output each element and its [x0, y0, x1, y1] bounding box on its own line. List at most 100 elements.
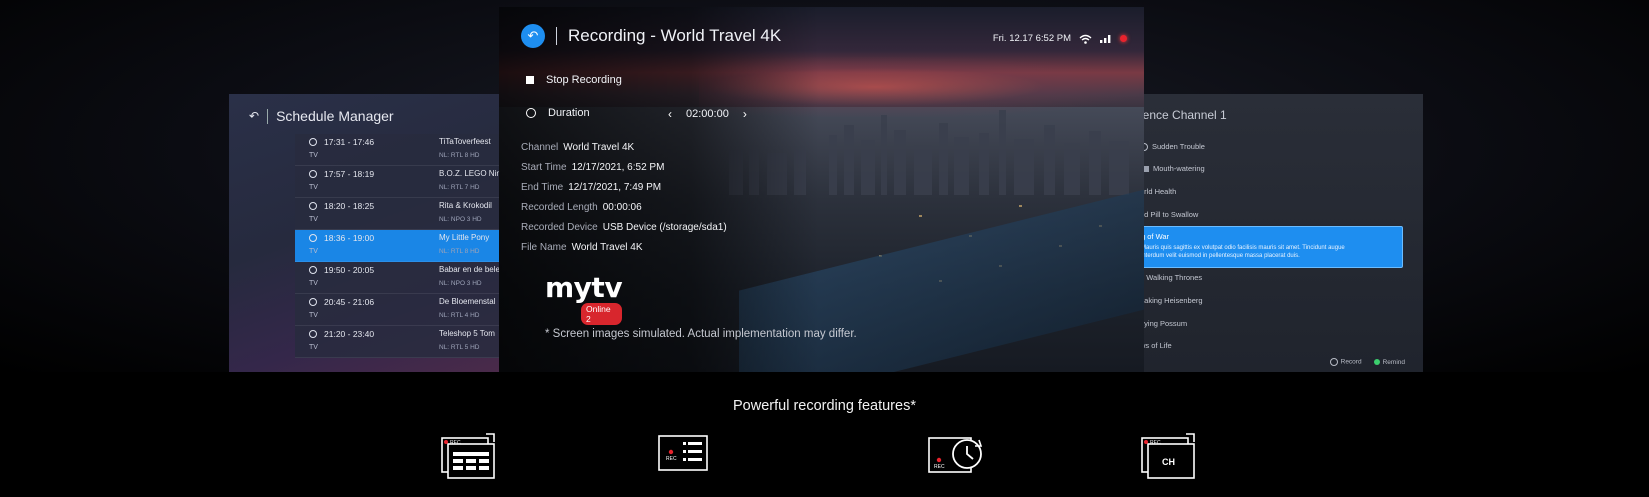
- features-title: Powerful recording features*: [733, 398, 916, 414]
- row-time: 17:31 - 17:46: [324, 137, 375, 147]
- signal-icon: [1100, 35, 1111, 43]
- stop-icon: [526, 76, 534, 84]
- list-item[interactable]: ws of Life: [1140, 341, 1172, 350]
- list-item[interactable]: Mouth-watering: [1140, 164, 1205, 173]
- row-type: TV: [309, 216, 318, 223]
- legend-remind-label: Remind: [1382, 358, 1405, 366]
- schedule-row[interactable]: 17:57 - 18:19 TV B.O.Z. LEGO Ninj NL: RT…: [295, 166, 499, 198]
- info-row: Recorded Device USB Device (/storage/sda1…: [521, 222, 727, 242]
- schedule-list: 17:31 - 17:46 TV TiTaToverfeest NL: RTL …: [295, 134, 499, 358]
- row-time: 17:57 - 18:19: [324, 169, 375, 179]
- clock-icon: [309, 266, 317, 274]
- list-item[interactable]: ird Pill to Swallow: [1140, 210, 1198, 219]
- rec-schedule-grid-icon: REC: [441, 433, 495, 479]
- stop-recording-button[interactable]: Stop Recording: [526, 74, 622, 86]
- chevron-right-icon[interactable]: ›: [743, 107, 747, 121]
- row-time: 20:45 - 21:06: [324, 297, 375, 307]
- legend-record-label: Record: [1340, 358, 1362, 366]
- list-item[interactable]: Sudden Trouble: [1140, 142, 1205, 152]
- row-time: 18:20 - 18:25: [324, 201, 375, 211]
- back-button[interactable]: ↶: [521, 24, 545, 48]
- hero-stage: ↶ Schedule Manager 17:31 - 17:46 TV TiTa…: [0, 0, 1649, 372]
- legend-remind: Remind: [1373, 358, 1405, 366]
- disclaimer: * Screen images simulated. Actual implem…: [545, 328, 857, 340]
- selected-list-item[interactable]: g of War Mauris quis sagittis ex volutpa…: [1140, 226, 1403, 268]
- row-type: TV: [309, 280, 318, 287]
- row-channel: NL: RTL 4 HD: [439, 312, 480, 319]
- schedule-row[interactable]: 20:45 - 21:06 TV De Bloemenstal NL: RTL …: [295, 294, 499, 326]
- legend-record: Record: [1329, 358, 1362, 366]
- schedule-row-selected[interactable]: 18:36 - 19:00 TV My Little Pony NL: RTL …: [295, 230, 499, 262]
- divider: [267, 108, 269, 124]
- info-row: Start Time 12/17/2021, 6:52 PM: [521, 162, 727, 182]
- item-label: e Walking Thrones: [1140, 273, 1203, 282]
- info-value: 12/17/2021, 6:52 PM: [571, 162, 665, 173]
- legend: Record Remind: [1329, 358, 1405, 366]
- clock-icon: [309, 170, 317, 178]
- info-key: Recorded Length: [521, 202, 598, 213]
- divider: [556, 27, 557, 45]
- row-channel: NL: RTL 5 HD: [439, 344, 480, 351]
- selected-title: g of War: [1141, 232, 1170, 241]
- row-type: TV: [309, 248, 318, 255]
- back-icon[interactable]: ↶: [249, 109, 259, 123]
- list-item[interactable]: orld Health: [1140, 187, 1176, 196]
- row-program: TiTaToverfeest: [439, 137, 491, 146]
- row-channel: NL: NPO 3 HD: [439, 280, 482, 287]
- list-item[interactable]: aying Possum: [1140, 319, 1187, 328]
- recording-info: Channel World Travel 4K Start Time 12/17/2…: [521, 142, 727, 262]
- clock-icon: [309, 298, 317, 306]
- row-channel: NL: RTL 8 HD: [439, 152, 480, 159]
- info-key: Recorded Device: [521, 222, 598, 233]
- page-title: Recording - World Travel 4K: [568, 26, 782, 45]
- item-label: aying Possum: [1140, 319, 1188, 328]
- row-channel: NL: NPO 3 HD: [439, 216, 482, 223]
- list-item[interactable]: eaking Heisenberg: [1140, 296, 1203, 305]
- info-value: World Travel 4K: [563, 142, 635, 153]
- mytv-logo: mytv Online 2: [545, 271, 623, 325]
- rec-list-icon: REC: [658, 435, 708, 471]
- schedule-row[interactable]: 18:20 - 18:25 TV Rita & Krokodil NL: NPO…: [295, 198, 499, 230]
- logo-word: mytv: [545, 271, 623, 304]
- recording-header: ↶ Recording - World Travel 4K: [521, 24, 781, 48]
- selected-description: Mauris quis sagittis ex volutpat odio fa…: [1141, 245, 1345, 259]
- info-row: File Name World Travel 4K: [521, 242, 727, 262]
- rec-timer-icon: REC: [928, 437, 983, 473]
- schedule-row[interactable]: 19:50 - 20:05 TV Babar en de bele NL: NP…: [295, 262, 499, 294]
- row-program: Teleshop 5 Tom: [439, 329, 495, 338]
- chevron-left-icon[interactable]: ‹: [668, 107, 672, 121]
- duration-stepper[interactable]: ‹ 02:00:00 ›: [668, 107, 747, 121]
- item-label: eaking Heisenberg: [1140, 296, 1203, 305]
- row-type: TV: [309, 184, 318, 191]
- status-bar: Fri. 12.17 6:52 PM: [993, 33, 1127, 44]
- record-icon: [1329, 358, 1338, 366]
- info-value: USB Device (/storage/sda1): [602, 222, 727, 233]
- row-time: 21:20 - 23:40: [324, 329, 375, 339]
- info-row: End Time 12/17/2021, 7:49 PM: [521, 182, 727, 202]
- list-item[interactable]: e Walking Thrones: [1140, 273, 1202, 282]
- rec-label: REC: [450, 440, 461, 446]
- row-type: TV: [309, 312, 318, 319]
- datetime: Fri. 12.17 6:52 PM: [992, 33, 1071, 44]
- ch-label: CH: [1162, 457, 1175, 467]
- logo-badge: Online 2: [581, 303, 623, 325]
- duration-setting[interactable]: Duration ‹ 02:00:00 ›: [526, 107, 826, 121]
- info-row: Channel World Travel 4K: [521, 142, 727, 162]
- row-program: B.O.Z. LEGO Ninj: [439, 169, 499, 178]
- item-label: ird Pill to Swallow: [1140, 210, 1199, 219]
- audience-channel-title: ience Channel 1: [1140, 108, 1227, 122]
- info-value: World Travel 4K: [571, 242, 643, 253]
- audience-channel-panel: ience Channel 1 Sudden Trouble Mouth-wat…: [1140, 94, 1423, 372]
- wifi-icon: [1079, 34, 1092, 44]
- rec-label: REC: [666, 456, 677, 462]
- item-label: ws of Life: [1140, 341, 1172, 350]
- row-program: De Bloemenstal: [439, 297, 496, 306]
- item-label: orld Health: [1140, 187, 1177, 196]
- row-program: My Little Pony: [439, 233, 490, 242]
- row-channel: NL: RTL 8 HD: [439, 248, 480, 255]
- row-program: Rita & Krokodil: [439, 201, 492, 210]
- row-channel: NL: RTL 7 HD: [439, 184, 480, 191]
- clock-icon: [309, 202, 317, 210]
- schedule-row[interactable]: 17:31 - 17:46 TV TiTaToverfeest NL: RTL …: [295, 134, 499, 166]
- schedule-row[interactable]: 21:20 - 23:40 TV Teleshop 5 Tom NL: RTL …: [295, 326, 499, 358]
